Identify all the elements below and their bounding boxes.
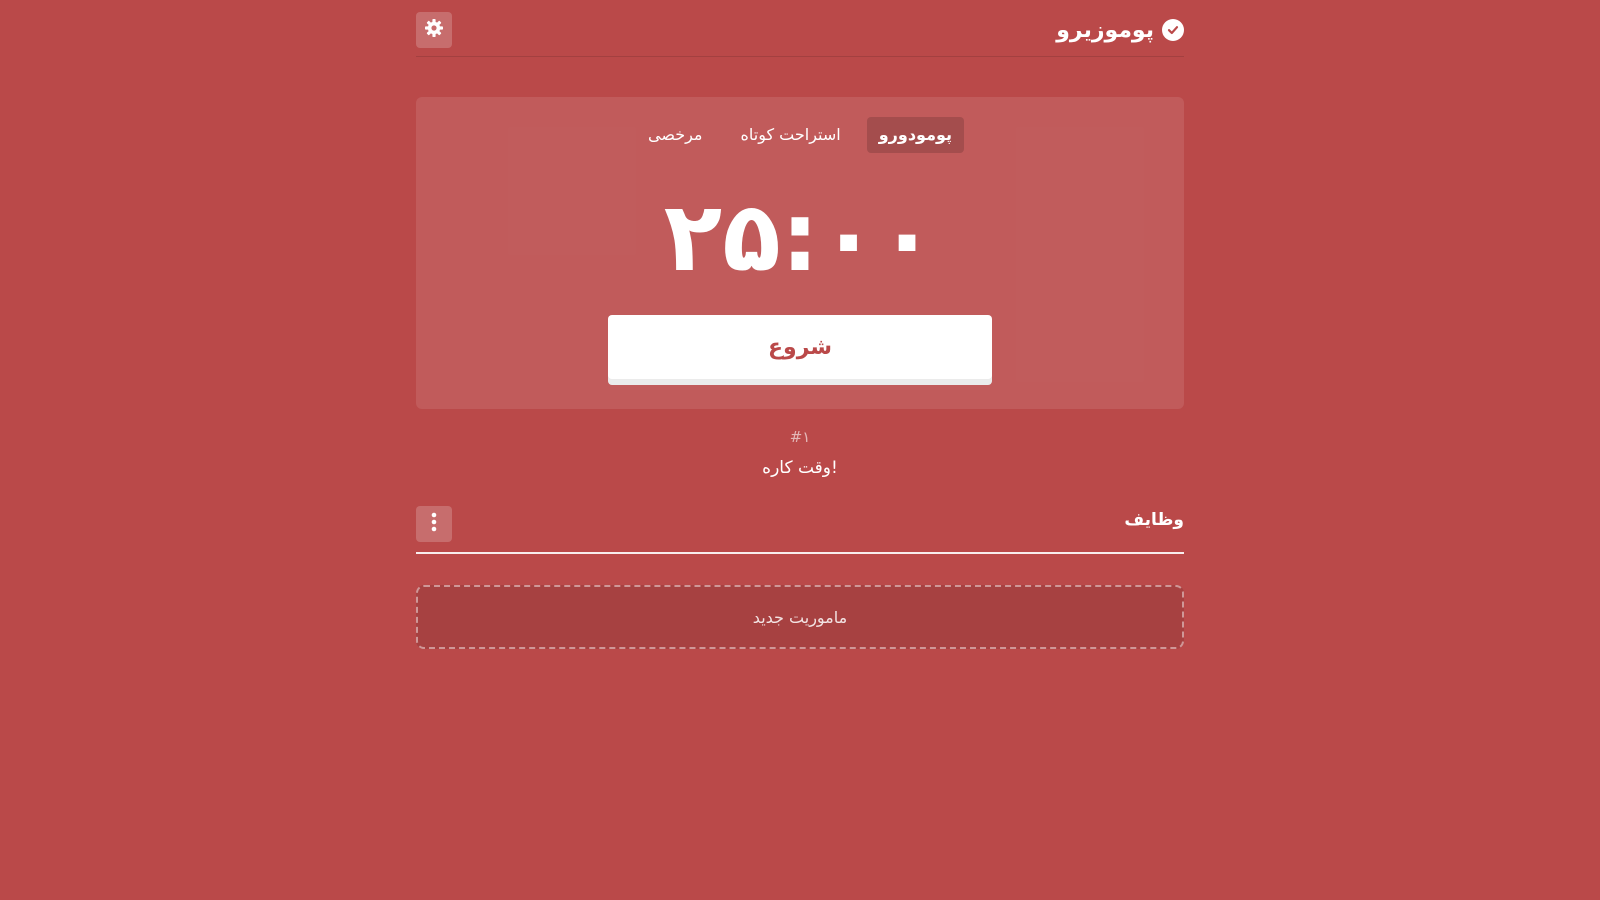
session-count: #۱ [789,428,811,446]
app-title: پوموزیرو [1056,17,1154,43]
gear-icon [424,18,444,42]
timer-card: پومودورو استراحت کوتاه مرخصی ۲۵:۰۰ شروع [416,97,1184,409]
add-task-label: ماموریت جدید [752,607,848,627]
mode-tabs: پومودورو استراحت کوتاه مرخصی [416,117,1184,153]
app-header: پوموزیرو [416,0,1184,57]
brand[interactable]: پوموزیرو [1056,14,1184,46]
settings-button[interactable] [416,12,452,48]
tab-long-break[interactable]: مرخصی [636,117,715,153]
tasks-menu-button[interactable] [416,506,452,542]
start-button[interactable]: شروع [608,315,992,379]
tasks-title: وظایف [1124,510,1184,530]
session-message: وقت کاره! [762,458,838,478]
tab-pomodoro[interactable]: پومودورو [866,117,965,153]
add-task-button[interactable]: ماموریت جدید [416,585,1184,649]
kebab-menu-icon [431,512,437,536]
check-circle-icon [1162,19,1184,41]
tasks-header: وظایف [416,506,1184,554]
tab-short-break[interactable]: استراحت کوتاه [728,117,852,153]
app-container: پوموزیرو پومودورو استراحت کوتاه مرخصی ۲۵… [416,0,1184,900]
timer-display: ۲۵:۰۰ [663,181,937,293]
